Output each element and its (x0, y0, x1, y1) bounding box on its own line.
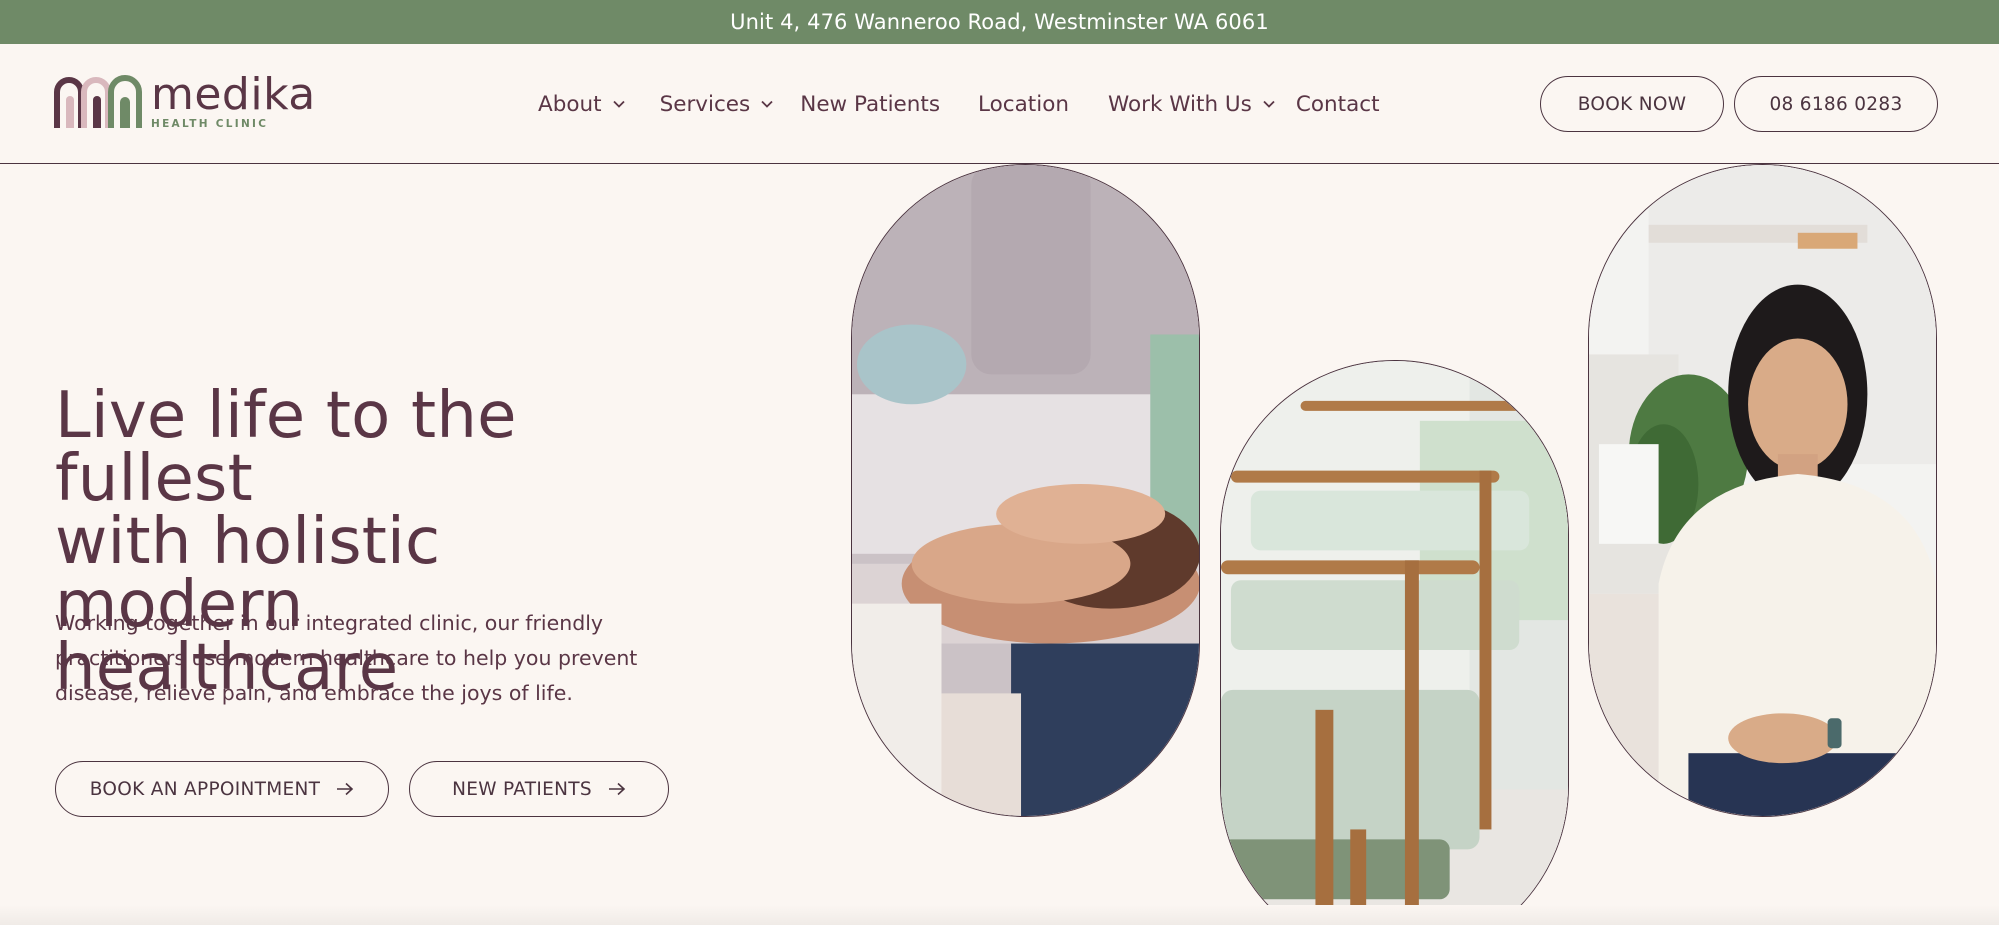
site-header: medika HEALTH CLINIC About Services New … (0, 44, 1999, 164)
chevron-down-icon (761, 100, 773, 108)
nav-item-contact[interactable]: Contact (1296, 92, 1380, 117)
phone-button[interactable]: 08 6186 0283 (1734, 76, 1938, 132)
nav-item-label: Services (659, 91, 751, 117)
nav-item-label: Contact (1295, 91, 1380, 117)
waiting-room-chairs-photo (1220, 360, 1569, 925)
arrow-right-icon (608, 782, 626, 796)
main-nav: About Services New Patients Location Wor… (538, 88, 1380, 120)
nav-item-label: Work With Us (1107, 91, 1252, 117)
hero-description: Working together in our integrated clini… (55, 611, 638, 705)
address-text: Unit 4, 476 Wanneroo Road, Westminster W… (730, 10, 1269, 34)
button-label: BOOK AN APPOINTMENT (89, 778, 321, 800)
holding-hands-photo (851, 164, 1200, 817)
nav-item-services[interactable]: Services (660, 92, 775, 117)
brand-tagline: HEALTH CLINIC (151, 117, 269, 130)
bottom-fade (0, 905, 1999, 925)
address-bar: Unit 4, 476 Wanneroo Road, Westminster W… (0, 0, 1999, 44)
nav-item-about[interactable]: About (538, 92, 626, 117)
nav-item-work-with-us[interactable]: Work With Us (1108, 92, 1276, 117)
logo-mark-icon (54, 75, 142, 128)
new-patients-button[interactable]: NEW PATIENTS (409, 761, 669, 817)
nav-item-label: About (538, 91, 602, 117)
book-appointment-button[interactable]: BOOK AN APPOINTMENT (55, 761, 389, 817)
chevron-down-icon (1263, 100, 1275, 108)
brand-name: medika (151, 68, 316, 120)
smiling-woman-photo (1588, 164, 1937, 817)
hero-title-line: Live life to the fullest (55, 379, 517, 516)
book-now-button[interactable]: BOOK NOW (1540, 76, 1724, 132)
nav-item-new-patients[interactable]: New Patients (800, 92, 940, 117)
nav-item-label: Location (978, 91, 1069, 117)
arrow-right-icon (337, 782, 354, 796)
nav-item-label: New Patients (800, 91, 941, 117)
chevron-down-icon (612, 100, 625, 108)
logo[interactable]: medika HEALTH CLINIC (54, 68, 316, 130)
button-label: NEW PATIENTS (452, 778, 592, 800)
nav-item-location[interactable]: Location (978, 92, 1069, 117)
